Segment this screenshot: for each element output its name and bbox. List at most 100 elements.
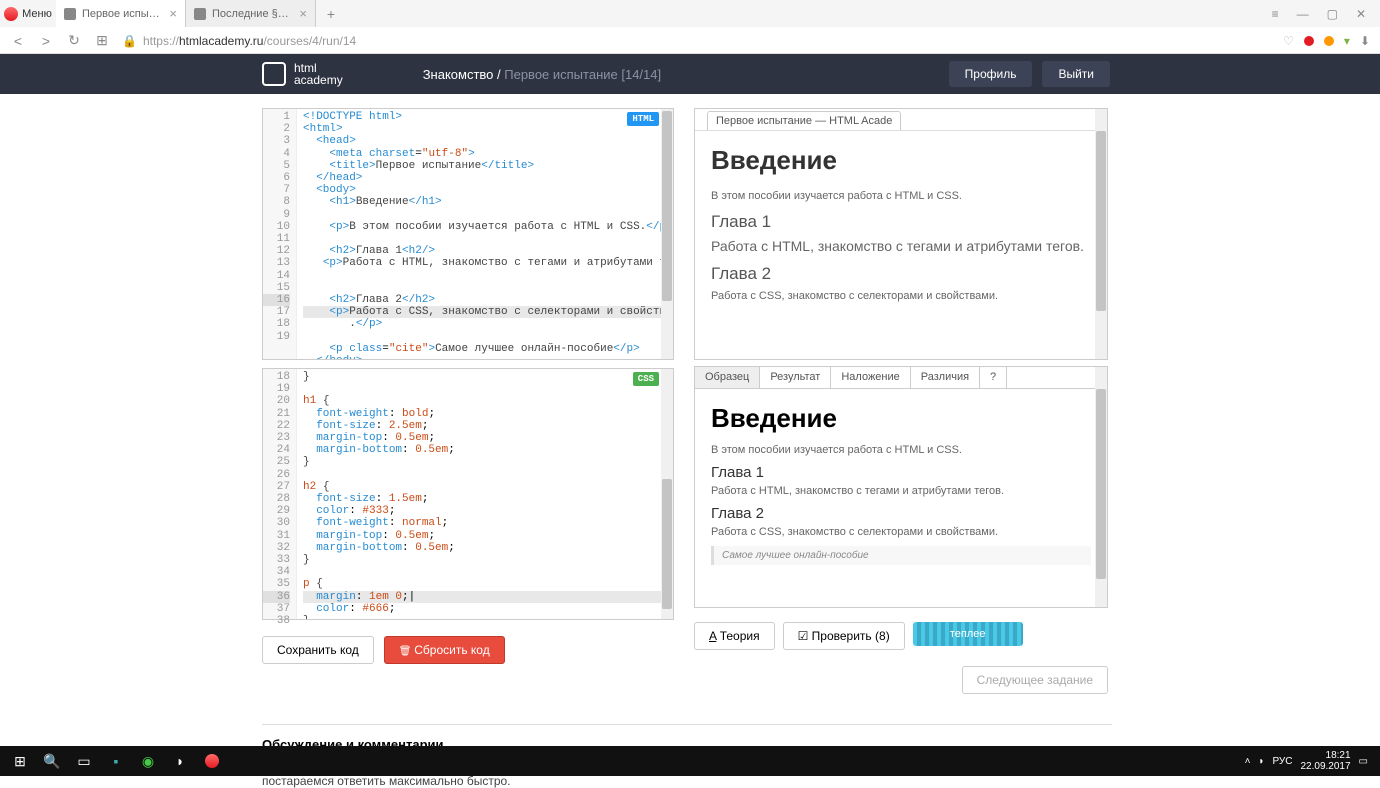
next-button[interactable]: Следующее задание (962, 666, 1108, 694)
preview-tab[interactable]: Первое испытание — HTML Acade (707, 111, 901, 130)
opera-menu-button[interactable]: Меню (0, 0, 56, 27)
result-panel: ОбразецРезультатНаложениеРазличия? Введе… (694, 366, 1108, 608)
site-header: htmlacademy Знакомство / Первое испытани… (0, 54, 1380, 94)
steam-tray-icon[interactable]: ◗ (1258, 756, 1264, 767)
save-button[interactable]: Сохранить код (262, 636, 374, 664)
minimize-icon[interactable]: — (1297, 7, 1309, 21)
workspace: 12345678910111213141516171819 <!DOCTYPE … (0, 94, 1380, 694)
preview-subheading: Глава 2 (711, 264, 1091, 284)
favicon-icon (194, 8, 206, 20)
menu-label: Меню (22, 8, 52, 20)
start-icon[interactable]: ⊞ (4, 746, 36, 776)
opera-icon (4, 7, 18, 21)
code-area[interactable]: } h1 { font-weight: bold; font-size: 2.5… (297, 369, 673, 619)
breadcrumb: Знакомство / Первое испытание [14/14] (423, 67, 661, 82)
url-path: /courses/4/run/14 (263, 34, 356, 48)
result-heading: Введение (711, 403, 1091, 434)
html-badge: HTML (627, 112, 659, 126)
clock-time: 18:21 (1300, 750, 1350, 761)
lock-icon: 🔒 (122, 34, 137, 48)
preview-subheading: Глава 1 (711, 212, 1091, 232)
preview-text: В этом пособии изучается работа с HTML и… (711, 190, 1091, 202)
crumb-page: Первое испытание [14/14] (504, 67, 661, 82)
result-text: Работа с HTML, знакомство с тегами и атр… (711, 485, 1091, 497)
url-proto: https:// (143, 34, 179, 48)
opera-icon[interactable] (196, 746, 228, 776)
profile-button[interactable]: Профиль (949, 61, 1033, 87)
tab-bar: Меню Первое испытание — Зн × Последние §… (0, 0, 1380, 27)
speed-dial-icon[interactable]: ⊞ (94, 32, 110, 49)
result-tab[interactable]: Образец (695, 367, 760, 388)
result-tab[interactable]: Результат (760, 367, 831, 388)
app-icon[interactable]: ▪ (100, 746, 132, 776)
language-indicator[interactable]: РУС (1272, 756, 1292, 767)
scrollbar[interactable] (661, 109, 673, 359)
maximize-icon[interactable]: ▢ (1327, 7, 1338, 21)
result-tab[interactable]: Наложение (831, 367, 910, 388)
search-icon[interactable]: 🔍 (36, 746, 68, 776)
windows-taskbar: ⊞ 🔍 ▭ ▪ ◉ ◗ ˄ ◗ РУС 18:21 22.09.2017 ▭ (0, 746, 1380, 776)
line-gutter: 12345678910111213141516171819 (263, 109, 297, 359)
download-icon[interactable]: ⬇ (1360, 34, 1370, 48)
preview-body: Введение В этом пособии изучается работа… (695, 131, 1107, 326)
notifications-icon[interactable]: ▭ (1359, 756, 1368, 767)
close-icon[interactable]: × (299, 6, 307, 21)
scrollbar[interactable] (661, 369, 673, 619)
result-text: В этом пособии изучается работа с HTML и… (711, 444, 1091, 456)
preview-text: Работа с CSS, знакомство с селекторами и… (711, 290, 1091, 302)
forward-icon[interactable]: > (38, 33, 54, 49)
scrollbar[interactable] (1095, 109, 1107, 359)
app-icon[interactable]: ◉ (132, 746, 164, 776)
css-badge: CSS (633, 372, 659, 386)
theory-button[interactable]: A Теория (694, 622, 775, 650)
favicon-icon (64, 8, 76, 20)
back-icon[interactable]: < (10, 33, 26, 49)
adblock-icon[interactable] (1304, 36, 1314, 46)
close-icon[interactable]: × (169, 6, 177, 21)
reload-icon[interactable]: ↻ (66, 32, 82, 49)
download-arrow-icon[interactable]: ▾ (1344, 34, 1350, 48)
url-host: htmlacademy.ru (179, 34, 263, 48)
reset-button[interactable]: Сбросить код (384, 636, 505, 664)
address-bar: < > ↻ ⊞ 🔒 https://htmlacademy.ru/courses… (0, 27, 1380, 54)
result-tab[interactable]: Различия (911, 367, 980, 388)
html-editor[interactable]: 12345678910111213141516171819 <!DOCTYPE … (262, 108, 674, 360)
browser-tab[interactable]: Первое испытание — Зн × (56, 0, 186, 27)
clock[interactable]: 18:21 22.09.2017 (1300, 750, 1350, 772)
browser-chrome: Меню Первое испытание — Зн × Последние §… (0, 0, 1380, 54)
logout-button[interactable]: Выйти (1042, 61, 1110, 87)
result-cite: Самое лучшее онлайн-пособие (711, 546, 1091, 565)
result-tab[interactable]: ? (980, 367, 1007, 388)
result-subheading: Глава 1 (711, 464, 1091, 481)
close-window-icon[interactable]: ✕ (1356, 7, 1366, 21)
tray-chevron-icon[interactable]: ˄ (1245, 756, 1251, 767)
css-editor[interactable]: 1819202122232425262728293031323334353637… (262, 368, 674, 620)
brand-text-2: academy (294, 74, 343, 86)
result-subheading: Глава 2 (711, 505, 1091, 522)
line-gutter: 1819202122232425262728293031323334353637… (263, 369, 297, 619)
progress-bar: теплее (913, 622, 1023, 646)
url-input[interactable]: 🔒 https://htmlacademy.ru/courses/4/run/1… (122, 34, 1271, 48)
check-button[interactable]: ☑ Проверить (8) (783, 622, 905, 650)
window-controls: ≡ — ▢ ✕ (1258, 7, 1380, 21)
clock-date: 22.09.2017 (1300, 761, 1350, 772)
steam-icon[interactable]: ◗ (164, 746, 196, 776)
result-body: Введение В этом пособии изучается работа… (695, 389, 1107, 607)
shield-icon (262, 62, 286, 86)
new-tab-button[interactable]: + (316, 6, 346, 22)
scrollbar[interactable] (1095, 367, 1107, 607)
brand-logo[interactable]: htmlacademy (262, 62, 343, 86)
result-text: Работа с CSS, знакомство с селекторами и… (711, 526, 1091, 538)
code-area[interactable]: <!DOCTYPE html><html> <head> <meta chars… (297, 109, 673, 359)
tab-title: Последние §1. Знакомств (212, 8, 293, 20)
tab-title: Первое испытание — Зн (82, 8, 163, 20)
heart-icon[interactable]: ♡ (1283, 34, 1294, 48)
crumb-root[interactable]: Знакомство / (423, 67, 505, 82)
browser-tab[interactable]: Последние §1. Знакомств × (186, 0, 316, 27)
taskview-icon[interactable]: ▭ (68, 746, 100, 776)
speed-dial-icon[interactable]: ≡ (1272, 7, 1279, 21)
preview-heading: Введение (711, 145, 1091, 176)
preview-text: Работа с HTML, знакомство с тегами и атр… (711, 238, 1091, 254)
result-tabs: ОбразецРезультатНаложениеРазличия? (695, 367, 1107, 389)
extension-icon[interactable] (1324, 36, 1334, 46)
